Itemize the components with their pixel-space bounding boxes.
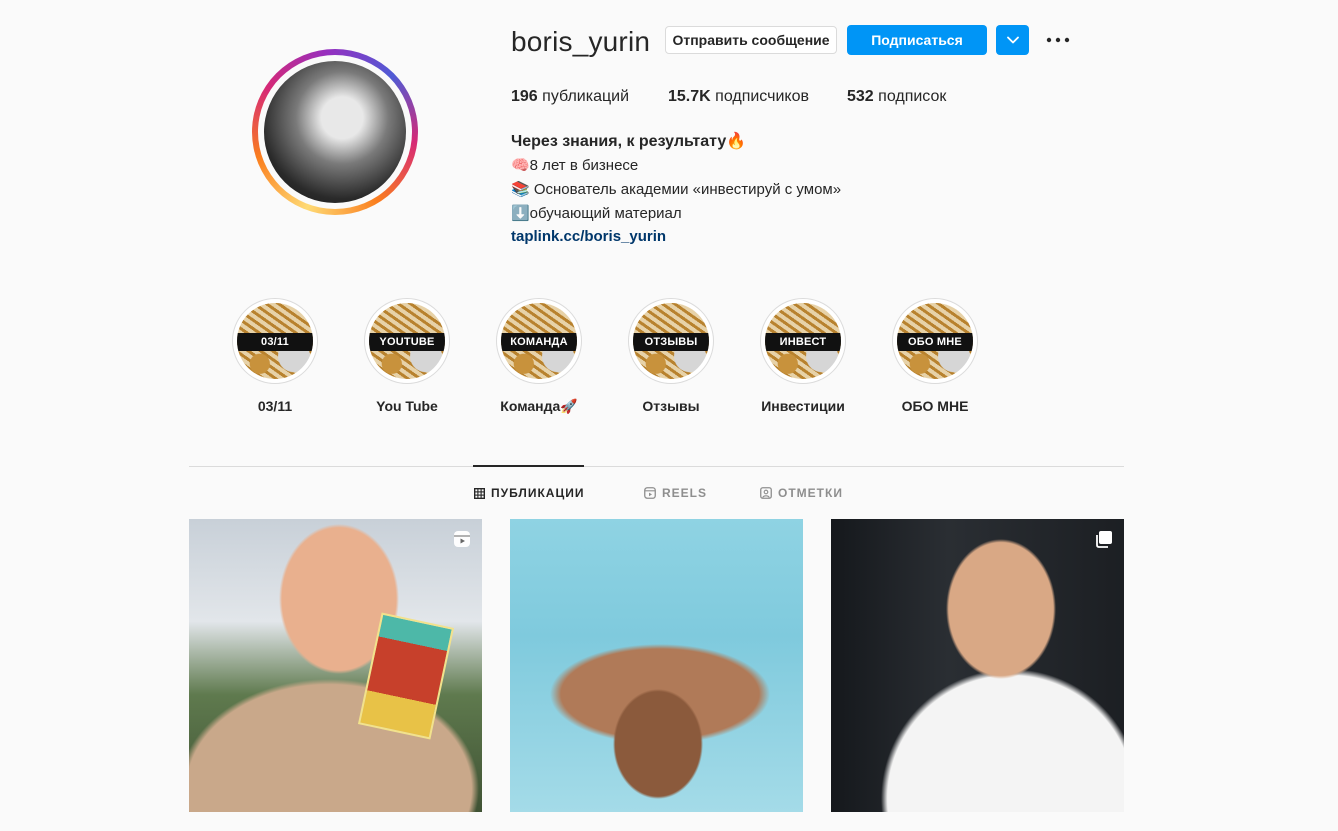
- following-label: подписок: [878, 88, 947, 105]
- username: boris_yurin: [511, 26, 651, 57]
- more-dots-icon: [1046, 37, 1070, 43]
- highlight-cover-text: YOUTUBE: [369, 333, 445, 351]
- carousel-icon: [1096, 531, 1112, 548]
- followers-label: подписчиков: [715, 88, 809, 105]
- highlight-cover: ОБО МНЕ: [892, 298, 978, 384]
- highlight-cover: 03/11: [232, 298, 318, 384]
- highlight-cover: КОМАНДА: [496, 298, 582, 384]
- profile-avatar[interactable]: [252, 49, 418, 215]
- highlight-item[interactable]: YOUTUBE You Tube: [347, 298, 467, 414]
- active-tab-indicator: [473, 465, 584, 467]
- highlight-cover-text: ИНВЕСТ: [765, 333, 841, 351]
- reels-icon: [644, 487, 656, 499]
- suggested-accounts-button[interactable]: [996, 25, 1029, 55]
- highlight-cover-text: КОМАНДА: [501, 333, 577, 351]
- posts-label: публикаций: [542, 88, 630, 105]
- tab-reels[interactable]: REELS: [644, 486, 707, 500]
- bio-line-1: 🧠8 лет в бизнесе: [511, 157, 639, 174]
- highlight-cover: ОТЗЫВЫ: [628, 298, 714, 384]
- more-options-button[interactable]: [1044, 30, 1072, 50]
- send-message-button[interactable]: Отправить сообщение: [665, 26, 837, 54]
- avatar-photo: [264, 61, 406, 203]
- tab-tagged[interactable]: ОТМЕТКИ: [760, 486, 843, 500]
- posts-stat: 196 публикаций: [511, 88, 629, 106]
- highlight-item[interactable]: 03/11 03/11: [215, 298, 335, 414]
- tagged-user-icon: [760, 487, 772, 499]
- tab-reels-label: REELS: [662, 486, 708, 500]
- highlight-label: Команда🚀: [500, 398, 578, 414]
- book-in-photo: [357, 612, 455, 740]
- followers-count: 15.7K: [668, 88, 711, 105]
- bio-name-line: Через знания, к результату🔥: [511, 133, 747, 150]
- posts-count: 196: [511, 88, 538, 105]
- highlight-label: 03/11: [257, 398, 293, 414]
- highlight-cover: ИНВЕСТ: [760, 298, 846, 384]
- post-thumbnail[interactable]: [831, 519, 1124, 812]
- highlight-item[interactable]: ИНВЕСТ Инвестиции: [743, 298, 863, 414]
- followers-stat[interactable]: 15.7K подписчиков: [668, 88, 809, 106]
- avatar-ring-gap: [258, 55, 412, 209]
- highlight-label: ОБО МНЕ: [901, 398, 969, 414]
- post-thumbnail[interactable]: [189, 519, 482, 812]
- highlight-cover: YOUTUBE: [364, 298, 450, 384]
- bio-line-3: ⬇️обучающий материал: [511, 205, 682, 222]
- following-count: 532: [847, 88, 874, 105]
- highlight-cover-text: ОБО МНЕ: [897, 333, 973, 351]
- highlight-item[interactable]: КОМАНДА Команда🚀: [479, 298, 599, 415]
- highlight-label: Инвестиции: [761, 398, 845, 414]
- highlight-item[interactable]: ОБО МНЕ ОБО МНЕ: [875, 298, 995, 414]
- chevron-down-icon: [1006, 36, 1019, 44]
- highlight-cover-text: 03/11: [237, 333, 313, 351]
- highlight-item[interactable]: ОТЗЫВЫ Отзывы: [611, 298, 731, 414]
- highlight-label: You Tube: [376, 398, 438, 414]
- following-stat[interactable]: 532 подписок: [847, 88, 946, 106]
- bio-link[interactable]: taplink.cc/boris_yurin: [511, 228, 666, 245]
- tabs-divider: [189, 466, 1124, 467]
- highlight-cover-text: ОТЗЫВЫ: [633, 333, 709, 351]
- follow-button[interactable]: Подписаться: [847, 25, 987, 55]
- reel-icon: [454, 531, 470, 547]
- post-thumbnail[interactable]: [510, 519, 803, 812]
- tab-posts-label: ПУБЛИКАЦИИ: [491, 486, 585, 500]
- highlight-label: Отзывы: [642, 398, 700, 414]
- bio-line-2: 📚 Основатель академии «инвестируй с умом…: [511, 181, 842, 198]
- tab-tagged-label: ОТМЕТКИ: [778, 486, 843, 500]
- tab-posts[interactable]: ПУБЛИКАЦИИ: [474, 486, 584, 500]
- grid-icon: [474, 487, 485, 499]
